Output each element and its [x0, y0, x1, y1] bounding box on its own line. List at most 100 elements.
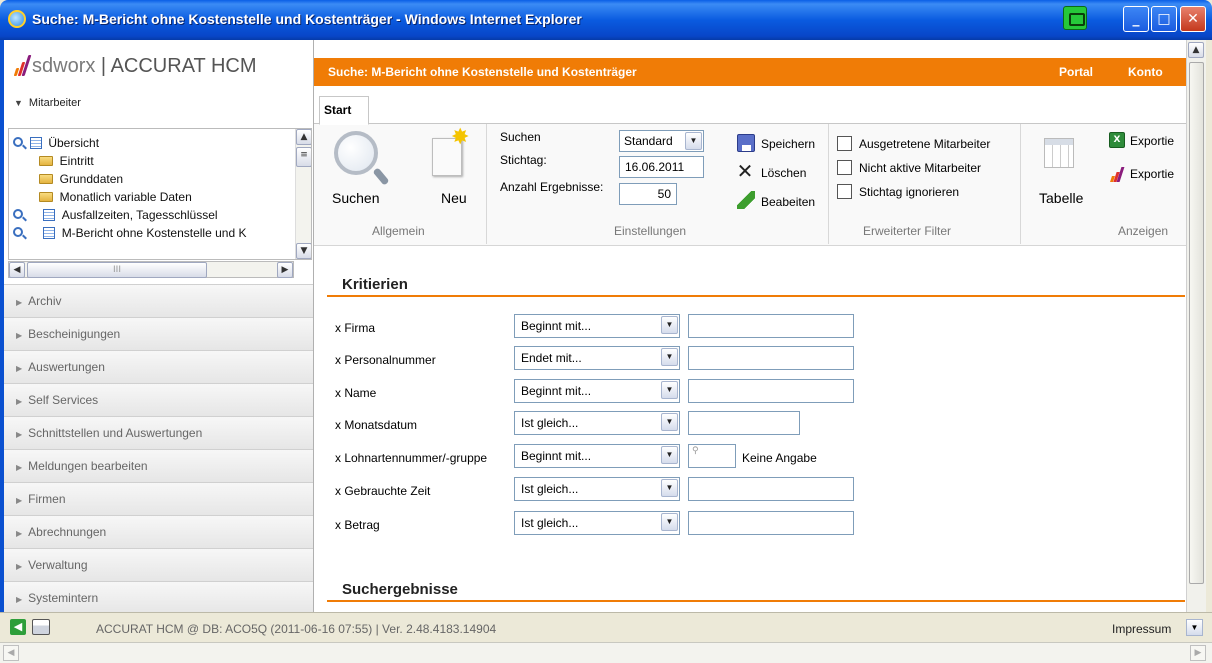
chevron-right-icon: ▶: [16, 430, 23, 439]
status-text: ACCURAT HCM @ DB: ACO5Q (2011-06-16 07:5…: [96, 622, 497, 636]
window-titlebar[interactable]: Suche: M-Bericht ohne Kostenstelle und K…: [0, 0, 1212, 40]
folder-icon: [39, 174, 53, 184]
value-input[interactable]: [688, 346, 854, 370]
navigation-tree: Übersicht Eintritt Grunddaten Monatlich …: [8, 128, 312, 260]
value-input[interactable]: [688, 511, 854, 535]
chevron-right-icon: ▶: [16, 331, 23, 340]
sidebar-item-abrechnungen[interactable]: ▶ Abrechnungen: [4, 515, 313, 548]
scroll-down-button[interactable]: ▼: [296, 243, 311, 259]
impressum-link[interactable]: Impressum: [1112, 622, 1171, 636]
back-arrow-icon[interactable]: ◀: [10, 619, 26, 635]
search-icon[interactable]: [13, 209, 23, 219]
scroll-thumb[interactable]: III: [27, 262, 207, 278]
tree-horizontal-scrollbar[interactable]: ◀ III ▶: [8, 261, 294, 278]
chevron-down-icon: ▼: [661, 479, 678, 497]
printer-tray-icon[interactable]: [1063, 6, 1087, 30]
scroll-left-button[interactable]: ◀: [9, 262, 25, 278]
suchen-label: Suchen: [500, 130, 541, 144]
value-input[interactable]: [688, 314, 854, 338]
sidebar-item-verwaltung[interactable]: ▶ Verwaltung: [4, 548, 313, 581]
value-input[interactable]: [688, 379, 854, 403]
operator-select[interactable]: Endet mit... ▼: [514, 346, 680, 370]
tree-item-monatlich-variable-daten[interactable]: Monatlich variable Daten: [39, 189, 192, 205]
sidebar-item-systemintern[interactable]: ▶ Systemintern: [4, 581, 313, 614]
chevron-down-icon: ▼: [661, 446, 678, 464]
main-vertical-scrollbar[interactable]: ▲: [1186, 40, 1206, 612]
search-icon[interactable]: [13, 227, 23, 237]
tree-item-eintritt[interactable]: Eintritt: [39, 153, 94, 169]
operator-select[interactable]: Beginnt mit... ▼: [514, 314, 680, 338]
chevron-right-icon: ▶: [16, 463, 23, 472]
sidebar-item-meldungen[interactable]: ▶ Meldungen bearbeiten: [4, 449, 313, 482]
ribbon-tab-row: Start: [314, 86, 1186, 125]
operator-select[interactable]: Ist gleich... ▼: [514, 411, 680, 435]
chevron-right-icon: ▶: [16, 364, 23, 373]
scroll-thumb[interactable]: [1189, 62, 1204, 584]
sidebar-section-mitarbeiter[interactable]: ▼ Mitarbeiter: [14, 97, 81, 109]
section-divider: [327, 600, 1185, 602]
scroll-up-button[interactable]: ▲: [1188, 42, 1204, 58]
stichtag-label: Stichtag:: [500, 153, 547, 167]
sidebar-item-archiv[interactable]: ▶ Archiv: [4, 284, 313, 317]
tree-vertical-scrollbar[interactable]: ▲ ≡ ▼: [295, 129, 311, 259]
window-horizontal-scrollbar[interactable]: ◀ ▶: [0, 642, 1212, 663]
tree-item-ausfallzeiten[interactable]: Ausfallzeiten, Tagesschlüssel: [13, 207, 218, 223]
tree-item-m-bericht[interactable]: M-Bericht ohne Kostenstelle und K: [13, 225, 246, 241]
pencil-icon: [737, 191, 755, 209]
sdworx-export-icon: [1110, 166, 1125, 182]
stichtag-input[interactable]: 16.06.2011: [619, 156, 704, 178]
group-label-einstellungen: Einstellungen: [614, 224, 687, 238]
checkbox-nicht-aktive[interactable]: [837, 160, 852, 175]
checkbox-stichtag-ignorieren[interactable]: [837, 184, 852, 199]
operator-select[interactable]: Beginnt mit... ▼: [514, 379, 680, 403]
operator-select[interactable]: Beginnt mit... ▼: [514, 444, 680, 468]
maximize-button[interactable]: □: [1151, 6, 1177, 32]
portal-link[interactable]: Portal: [1059, 58, 1093, 86]
scroll-thumb[interactable]: ≡: [296, 147, 311, 167]
tab-start[interactable]: Start: [319, 96, 369, 125]
sidebar-item-bescheinigungen[interactable]: ▶ Bescheinigungen: [4, 317, 313, 350]
ribbon-toolbar: Start Suchen Neu Allgemein Suchen Standa…: [314, 86, 1186, 246]
brand-logo: sdworx | ACCURAT HCM: [13, 54, 257, 78]
chevron-right-icon: ▶: [16, 529, 23, 538]
chevron-down-icon: ▼: [661, 381, 678, 399]
search-icon[interactable]: [13, 137, 23, 147]
anzahl-ergebnisse-input[interactable]: 50: [619, 183, 677, 205]
group-divider: [828, 124, 829, 244]
operator-select[interactable]: Ist gleich... ▼: [514, 477, 680, 501]
section-divider: [327, 295, 1185, 297]
anzahl-ergebnisse-label: Anzahl Ergebnisse:: [500, 180, 604, 194]
doc-icon: [43, 227, 56, 239]
date-input[interactable]: [688, 411, 800, 435]
sidebar-item-schnittstellen[interactable]: ▶ Schnittstellen und Auswertungen: [4, 416, 313, 449]
suchen-select[interactable]: Standard ▼: [619, 130, 704, 152]
scroll-right-button[interactable]: ▶: [1190, 645, 1206, 661]
tree-item-grunddaten[interactable]: Grunddaten: [39, 171, 123, 187]
checkbox-ausgetretene[interactable]: [837, 136, 852, 151]
key-icon[interactable]: ⚲: [692, 446, 699, 456]
sidebar-item-self-services[interactable]: ▶ Self Services: [4, 383, 313, 416]
group-label-erweiterter-filter: Erweiterter Filter: [863, 224, 952, 238]
printer-icon[interactable]: [32, 619, 50, 635]
tree-item-uebersicht[interactable]: Übersicht: [13, 135, 99, 151]
scroll-left-button[interactable]: ◀: [3, 645, 19, 661]
internet-explorer-icon: [8, 10, 26, 28]
minimize-button[interactable]: _: [1123, 6, 1149, 32]
folder-open-icon: [39, 192, 53, 202]
sidebar-item-auswertungen[interactable]: ▶ Auswertungen: [4, 350, 313, 383]
doc-icon: [29, 137, 42, 149]
floppy-disk-icon: [737, 134, 755, 152]
operator-select[interactable]: Ist gleich... ▼: [514, 511, 680, 535]
konto-link[interactable]: Konto: [1128, 58, 1163, 86]
sidebar-item-firmen[interactable]: ▶ Firmen: [4, 482, 313, 515]
chevron-down-icon[interactable]: ▼: [1186, 619, 1203, 636]
table-icon: [1044, 138, 1074, 168]
value-input[interactable]: [688, 477, 854, 501]
scroll-up-button[interactable]: ▲: [296, 129, 311, 145]
keine-angabe-label: Keine Angabe: [742, 451, 817, 465]
scroll-right-button[interactable]: ▶: [277, 262, 293, 278]
close-button[interactable]: ✕: [1180, 6, 1206, 32]
group-divider: [1020, 124, 1021, 244]
folder-icon: [39, 156, 53, 166]
lookup-input[interactable]: ⚲: [688, 444, 736, 468]
